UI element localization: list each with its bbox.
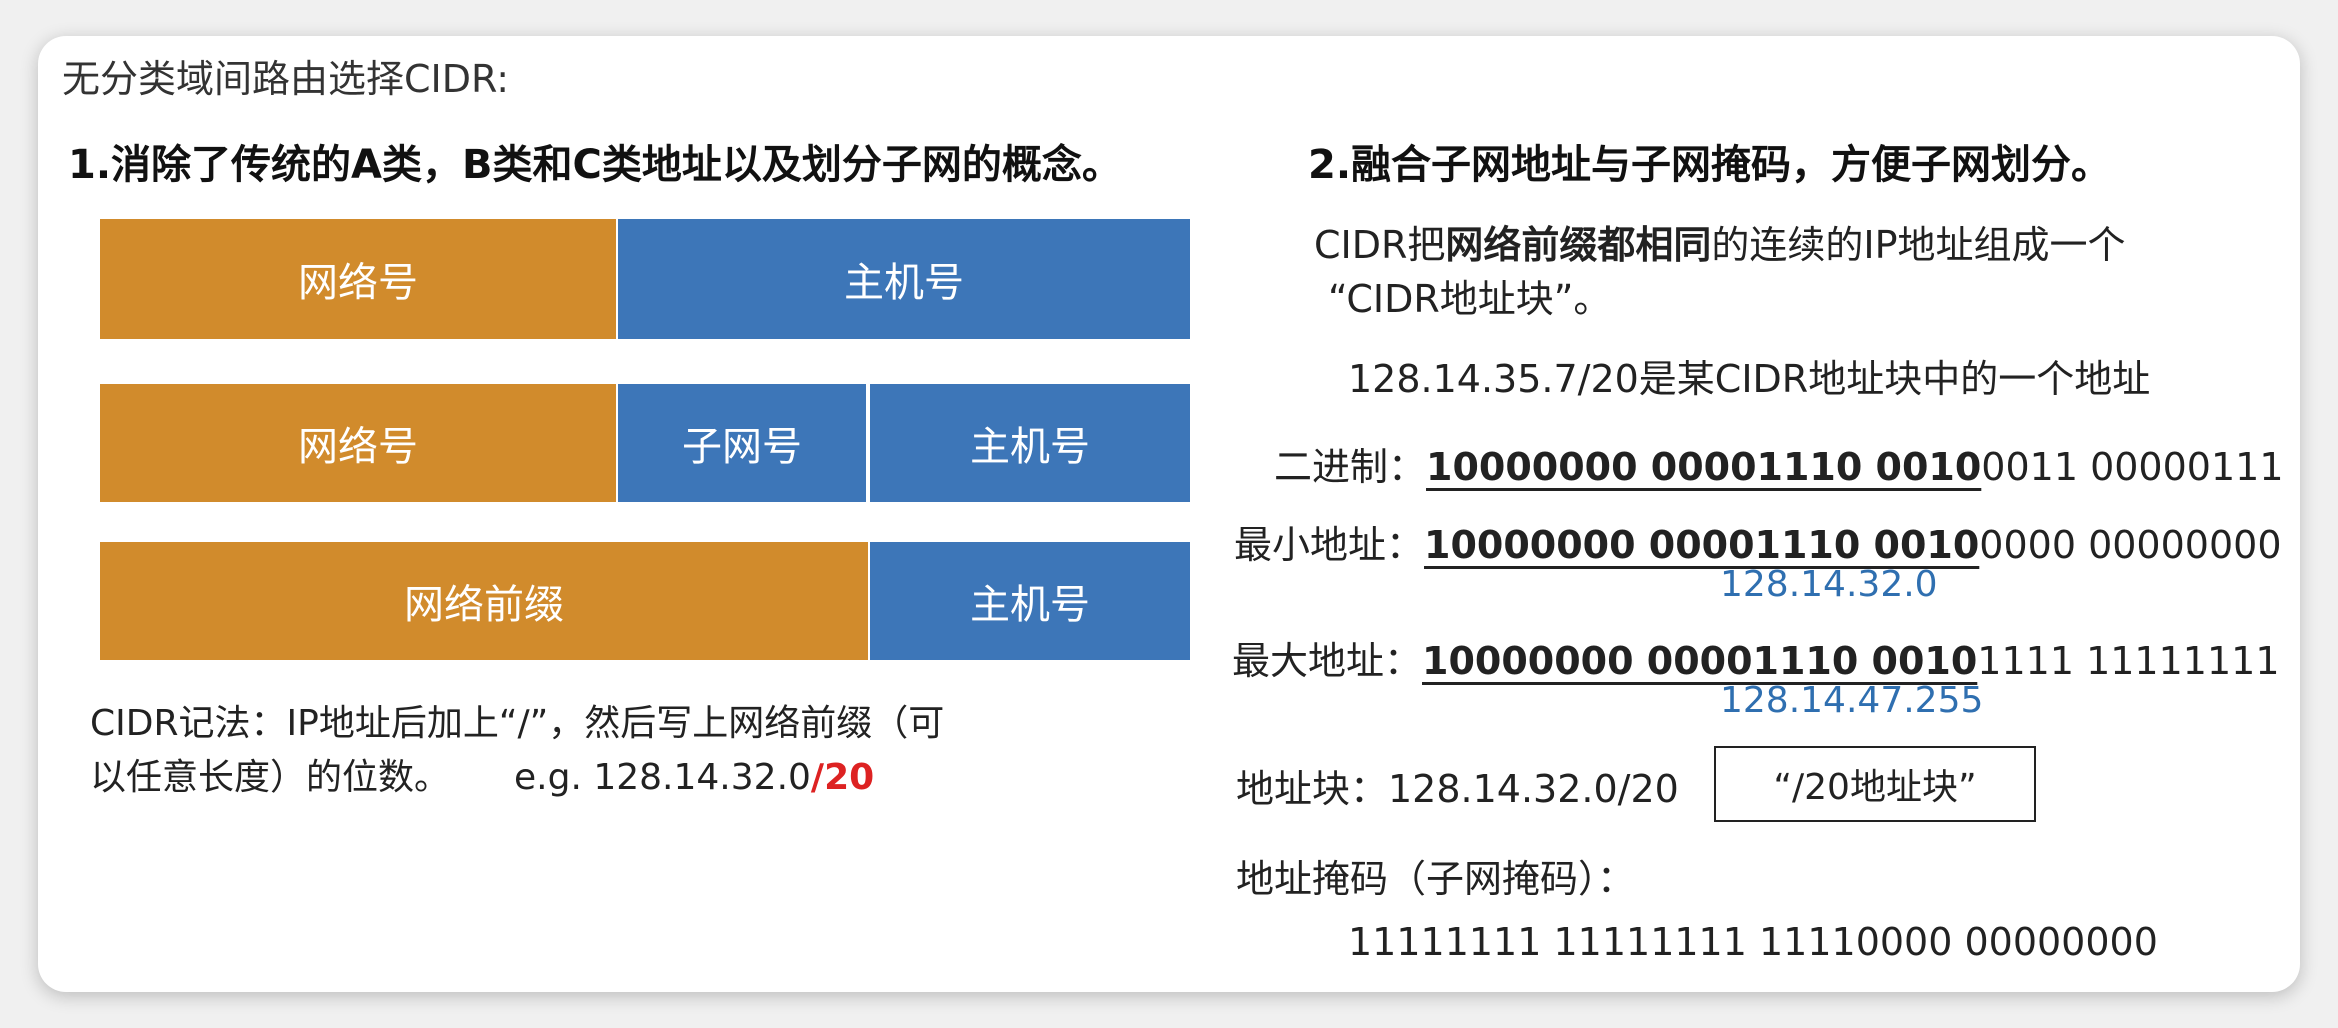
slide-card: 无分类域间路由选择CIDR: 1.消除了传统的A类，B类和C类地址以及划分子网的… [38,36,2300,992]
binary-row: 二进制：10000000 00001110 00100011 00000111 [1274,436,2284,491]
row2-subnet-label: 子网号 [682,424,802,470]
row3-prefix-label: 网络前缀 [404,582,564,628]
example-prefix-length: /20 [810,757,875,798]
binary-host-bits: 0011 00000111 [1981,445,2284,489]
cidr-notation-line1: CIDR记法：IP地址后加上“/”，然后写上网络前缀（可 [90,703,945,744]
right-heading: 2.融合子网地址与子网掩码，方便子网划分。 [1308,142,2112,188]
row2-network-label: 网络号 [298,424,418,470]
min-label: 最小地址： [1234,523,1425,567]
left-heading: 1.消除了传统的A类，B类和C类地址以及划分子网的概念。 [68,142,1122,188]
address-block-box: “/20地址块” [1714,746,2036,822]
address-block-box-text: “/20地址块” [1773,767,1977,808]
cidr-description-line1: CIDR把网络前缀都相同的连续的IP地址组成一个 [1314,214,2126,269]
binary-prefix-bits: 10000000 00001110 0010 [1426,445,1982,489]
max-prefix-bits: 10000000 00001110 0010 [1422,639,1978,683]
mask-value: 11111111 11111111 11110000 00000000 [1348,920,2158,964]
min-prefix-bits: 10000000 00001110 0010 [1424,523,1980,567]
mask-label: 地址掩码（子网掩码）： [1236,857,1636,901]
cidr-notation-text: 以任意长度）的位数。 [90,757,451,798]
desc-part-b: 网络前缀都相同 [1445,223,1712,267]
row1-network-segment: 网络号 [100,219,616,339]
row2-host-segment: 主机号 [870,384,1190,502]
row1-host-label: 主机号 [844,260,964,306]
max-host-bits: 1111 11111111 [1977,639,2280,683]
max-address-dotted: 128.14.47.255 [1720,680,1984,721]
row1-network-label: 网络号 [298,260,418,306]
row1-host-segment: 主机号 [618,219,1190,339]
example-address: e.g. 128.14.32.0 [514,757,811,798]
row2-host-label: 主机号 [970,424,1090,470]
slide-title: 无分类域间路由选择CIDR: [62,57,510,101]
row3-host-segment: 主机号 [870,542,1190,660]
cidr-description-line2: “CIDR地址块”。 [1328,277,1612,321]
desc-part-c: 的连续的IP地址组成一个 [1711,223,2126,267]
address-block-label: 地址块：128.14.32.0/20 [1236,767,1679,811]
min-host-bits: 0000 00000000 [1979,523,2282,567]
row3-host-label: 主机号 [970,582,1090,628]
min-address-row: 最小地址：10000000 00001110 00100000 00000000 [1234,514,2282,569]
min-address-dotted: 128.14.32.0 [1720,564,1938,605]
desc-part-a: CIDR把 [1314,223,1446,267]
row2-network-segment: 网络号 [100,384,616,502]
example-address-text: 128.14.35.7/20是某CIDR地址块中的一个地址 [1348,357,2151,401]
binary-label: 二进制： [1274,445,1427,489]
row2-subnet-segment: 子网号 [618,384,866,502]
row3-prefix-segment: 网络前缀 [100,542,868,660]
cidr-notation-line2: 以任意长度）的位数。 e.g. 128.14.32.0/20 [90,748,874,800]
max-address-row: 最大地址：10000000 00001110 00101111 11111111 [1232,630,2280,685]
max-label: 最大地址： [1232,639,1423,683]
